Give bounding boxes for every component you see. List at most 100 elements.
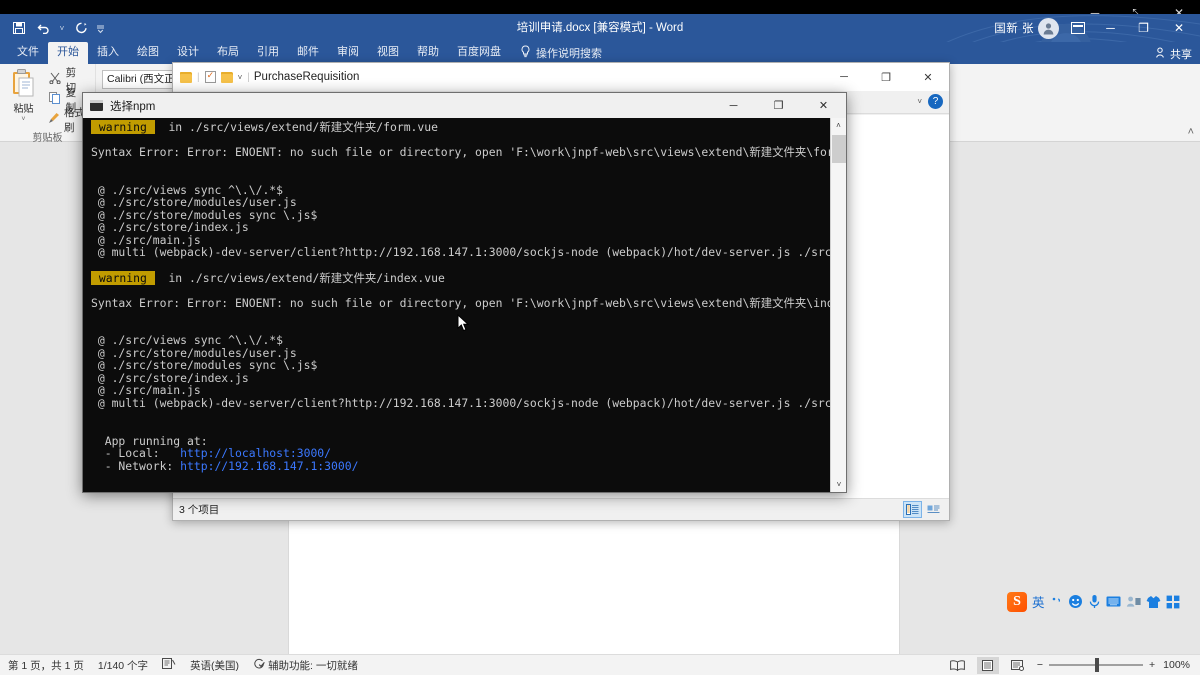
tab-insert[interactable]: 插入 <box>88 42 128 64</box>
new-folder-icon[interactable] <box>220 71 233 83</box>
large-icons-view-button[interactable] <box>924 501 943 518</box>
avatar[interactable] <box>1038 17 1059 39</box>
terminal-line: @ ./src/store/modules/user.js <box>91 195 297 210</box>
outer-window-titlebar <box>0 0 1200 14</box>
terminal-scroll-down-button[interactable]: ˅ <box>831 477 847 492</box>
sogou-ime-toolbar[interactable]: S 英 <box>1007 590 1180 613</box>
view-read-mode-button[interactable] <box>947 657 969 674</box>
tab-baidu-netdisk[interactable]: 百度网盘 <box>448 42 510 64</box>
explorer-customize-caret-icon[interactable]: ˅ <box>238 73 243 82</box>
copy-icon <box>48 92 62 107</box>
tab-file[interactable]: 文件 <box>8 42 48 64</box>
toolbox-icon[interactable] <box>1166 595 1180 609</box>
tab-draw[interactable]: 绘图 <box>128 42 168 64</box>
tab-design[interactable]: 设计 <box>168 42 208 64</box>
paste-caret-icon[interactable]: ˅ <box>21 116 25 123</box>
zoom-level-label[interactable]: 100% <box>1163 659 1190 671</box>
terminal-titlebar: 选择npm ─ ❐ ✕ <box>83 93 846 118</box>
proofing-errors-icon[interactable] <box>162 658 176 672</box>
explorer-minimize-button[interactable]: ─ <box>823 63 865 91</box>
skin-icon[interactable] <box>1146 595 1161 609</box>
undo-dropdown-icon[interactable]: ˅ <box>56 17 68 39</box>
view-web-layout-button[interactable] <box>1007 657 1029 674</box>
console-icon <box>90 100 103 111</box>
accessibility-label: 辅助功能: 一切就绪 <box>268 659 358 672</box>
help-icon[interactable]: ? <box>928 94 943 109</box>
terminal-close-button[interactable]: ✕ <box>801 93 846 118</box>
tell-me-label: 操作说明搜索 <box>536 48 602 60</box>
ribbon-display-options-icon[interactable] <box>1063 15 1092 41</box>
word-close-button[interactable]: ✕ <box>1162 15 1196 41</box>
quick-access-toolbar: ˅ <box>0 17 106 39</box>
voice-input-icon[interactable] <box>1088 594 1101 609</box>
terminal-line: warning in ./src/views/extend/新建文件夹/inde… <box>91 270 445 285</box>
word-titlebar-right: 国新 张 ─ ❐ ✕ <box>994 15 1200 41</box>
properties-icon[interactable] <box>204 70 216 83</box>
terminal-line: - Network: http://192.168.147.1:3000/ <box>91 458 359 473</box>
share-button[interactable]: 共享 <box>1155 46 1192 62</box>
terminal-window-buttons: ─ ❐ ✕ <box>711 93 846 118</box>
explorer-maximize-button[interactable]: ❐ <box>865 63 907 91</box>
zoom-slider[interactable]: − + <box>1037 658 1155 672</box>
terminal-window[interactable]: 选择npm ─ ❐ ✕ warning in ./src/views/exten… <box>82 92 847 493</box>
explorer-window-title: PurchaseRequisition <box>253 71 360 83</box>
terminal-scroll-up-button[interactable]: ˄ <box>831 118 846 133</box>
word-minimize-button[interactable]: ─ <box>1096 15 1125 41</box>
terminal-line: warning in ./src/views/extend/新建文件夹/form… <box>91 120 438 134</box>
tab-mailings[interactable]: 邮件 <box>288 42 328 64</box>
customize-quick-access-icon[interactable] <box>94 17 106 39</box>
save-icon[interactable] <box>8 17 30 39</box>
tab-review[interactable]: 审阅 <box>328 42 368 64</box>
status-word-count[interactable]: 1/140 个字 <box>98 658 148 673</box>
terminal-line: @ ./src/store/index.js <box>91 370 249 385</box>
status-page-indicator[interactable]: 第 1 页，共 1 页 <box>8 658 84 673</box>
input-mode-english-button[interactable]: 英 <box>1032 592 1045 611</box>
word-titlebar: ˅ 培训申请.docx [兼容模式] - Word 国新 张 ─ ❐ ✕ <box>0 14 1200 72</box>
tab-layout[interactable]: 布局 <box>208 42 248 64</box>
explorer-close-button[interactable]: ✕ <box>907 63 949 91</box>
tab-home[interactable]: 开始 <box>48 42 88 64</box>
paste-icon <box>10 69 36 99</box>
folder-icon[interactable] <box>180 71 192 83</box>
terminal-scroll-thumb[interactable] <box>832 135 846 163</box>
tab-help[interactable]: 帮助 <box>408 42 448 64</box>
punctuation-icon[interactable] <box>1050 595 1063 608</box>
terminal-scrollbar[interactable]: ˄ ˅ <box>830 118 846 492</box>
sogou-logo-icon[interactable]: S <box>1007 591 1027 612</box>
paste-button[interactable]: 粘贴 ˅ <box>6 67 41 123</box>
explorer-view-buttons <box>903 501 943 518</box>
explorer-ribbon-help: ˅ ? <box>917 94 943 109</box>
soft-keyboard-icon[interactable] <box>1106 595 1121 608</box>
zoom-thumb[interactable] <box>1095 658 1099 672</box>
terminal-url-link[interactable]: http://192.168.147.1:3000/ <box>180 459 358 473</box>
terminal-output[interactable]: warning in ./src/views/extend/新建文件夹/form… <box>83 118 830 492</box>
warning-badge: warning <box>91 120 155 134</box>
emoji-icon[interactable] <box>1068 594 1083 609</box>
zoom-out-button[interactable]: − <box>1037 659 1043 671</box>
collapse-ribbon-button[interactable]: ˄ <box>1188 126 1194 138</box>
explorer-titlebar: | ˅ | PurchaseRequisition ─ ❐ ✕ <box>173 63 949 92</box>
status-accessibility[interactable]: 辅助功能: 一切就绪 <box>253 658 358 673</box>
user-account-icon[interactable] <box>1126 595 1141 608</box>
undo-icon[interactable] <box>32 17 54 39</box>
tab-view[interactable]: 视图 <box>368 42 408 64</box>
tab-references[interactable]: 引用 <box>248 42 288 64</box>
qat-separator-1: | <box>197 71 200 83</box>
zoom-track[interactable] <box>1049 658 1143 672</box>
redo-icon[interactable] <box>70 17 92 39</box>
zoom-in-button[interactable]: + <box>1149 659 1155 671</box>
details-view-button[interactable] <box>903 501 922 518</box>
warning-badge: warning <box>91 270 155 285</box>
explorer-ribbon-collapse-icon[interactable]: ˅ <box>917 97 922 106</box>
status-language[interactable]: 英语(美国) <box>190 658 239 673</box>
screen-root: ─ ⤡ ✕ ˅ 培训申请.docx [兼容模式] - Word 国新 张 ─ ❐… <box>0 0 1200 675</box>
view-print-layout-button[interactable] <box>976 656 999 674</box>
lightbulb-icon <box>520 45 531 61</box>
account-name[interactable]: 国新 张 <box>994 20 1034 36</box>
terminal-minimize-button[interactable]: ─ <box>711 93 756 118</box>
terminal-line: @ ./src/store/index.js <box>91 220 249 235</box>
word-restore-button[interactable]: ❐ <box>1129 15 1158 41</box>
terminal-maximize-button[interactable]: ❐ <box>756 93 801 118</box>
